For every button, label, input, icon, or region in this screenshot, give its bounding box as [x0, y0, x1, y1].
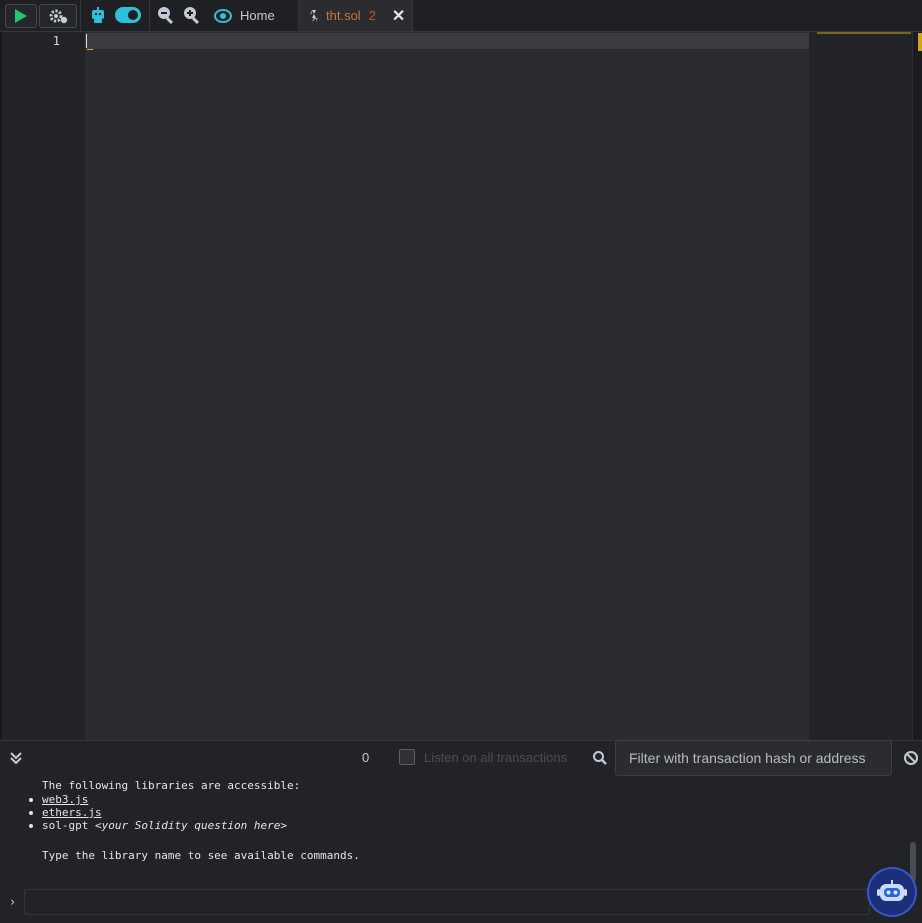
library-list: web3.js ethers.js sol-gpt <your Solidity… [26, 793, 287, 832]
minimap[interactable] [812, 32, 912, 740]
run-button[interactable] [5, 4, 37, 28]
current-line-highlight [85, 33, 809, 49]
close-icon[interactable]: ✕ [392, 6, 405, 26]
compile-settings-button[interactable] [39, 4, 77, 28]
code-editor[interactable]: 1 [0, 32, 922, 740]
chatbot-icon [877, 880, 907, 901]
ai-copilot-toggle[interactable] [114, 4, 142, 26]
transaction-filter-input[interactable] [615, 740, 892, 776]
sol-gpt-command: sol-gpt [42, 819, 89, 832]
gear-icon [49, 9, 68, 24]
tab-separator [412, 0, 413, 31]
sol-gpt-hint: <your Solidity question here> [94, 819, 288, 832]
zoom-out-button[interactable] [155, 4, 177, 26]
remix-logo-icon [214, 8, 232, 23]
minimap-line [817, 32, 911, 34]
toolbar-separator [80, 0, 81, 31]
overview-ruler[interactable] [912, 32, 922, 740]
solidity-icon [310, 9, 318, 22]
ai-copilot-button[interactable] [86, 4, 110, 26]
toolbar-separator [149, 0, 150, 31]
warning-squiggle [87, 46, 93, 50]
terminal-intro-text: The following libraries are accessible: [42, 779, 301, 792]
listen-all-label: Listen on all transactions [424, 750, 568, 765]
list-item: ethers.js [26, 806, 287, 819]
remix-ide: Home tht.sol 2 ✕ 1 0 Listen on all trans… [0, 0, 922, 923]
code-area[interactable] [85, 32, 809, 740]
listen-all-checkbox[interactable] [399, 749, 415, 765]
ruler-warning-mark [918, 33, 922, 51]
terminal-output: The following libraries are accessible: … [0, 776, 922, 923]
pending-transactions-count: 0 [362, 750, 370, 765]
toggle-on-icon [115, 7, 141, 23]
tab-home-label: Home [240, 8, 275, 23]
line-number: 1 [52, 34, 60, 48]
chevron-double-down-icon[interactable] [8, 750, 24, 766]
zoom-in-button[interactable] [181, 4, 203, 26]
play-icon [15, 9, 27, 23]
ai-assistant-button[interactable] [867, 867, 917, 917]
tab-file-label: tht.sol [326, 8, 361, 23]
zoom-out-icon [158, 7, 174, 24]
prompt-chevron-icon: › [10, 895, 16, 910]
zoom-in-icon [184, 7, 200, 24]
problem-count-badge: 2 [368, 8, 376, 23]
list-item: sol-gpt <your Solidity question here> [26, 819, 287, 832]
list-item: web3.js [26, 793, 287, 806]
web3-link[interactable]: web3.js [42, 793, 88, 806]
line-number-gutter: 1 [2, 32, 85, 740]
tab-home[interactable]: Home [210, 0, 298, 31]
robot-icon [92, 7, 104, 23]
terminal-footer-text: Type the library name to see available c… [42, 849, 360, 862]
terminal-command-input[interactable] [24, 889, 870, 915]
tab-tht-sol[interactable]: tht.sol 2 ✕ [299, 0, 412, 31]
editor-toolbar: Home tht.sol 2 ✕ [0, 0, 922, 32]
ethers-link[interactable]: ethers.js [42, 806, 102, 819]
clear-console-icon[interactable] [903, 750, 919, 766]
search-icon [593, 751, 607, 765]
